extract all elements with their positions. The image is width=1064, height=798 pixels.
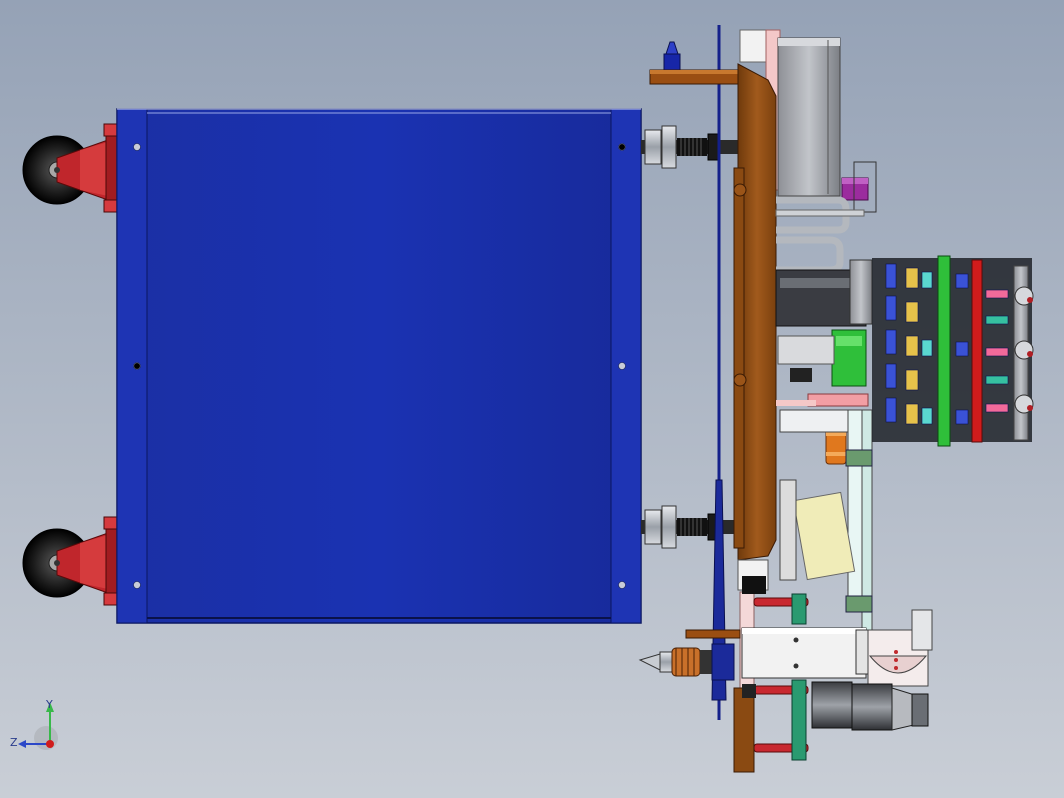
servo-motor — [811, 681, 929, 731]
gripper-jaw — [867, 609, 933, 687]
orientation-triad: Y Z — [10, 698, 58, 750]
drive-block — [775, 259, 873, 327]
cabinet[interactable] — [116, 108, 642, 624]
z-axis-arrowhead — [18, 740, 26, 748]
triad-sphere — [34, 726, 58, 750]
nozzle-assembly — [638, 643, 735, 681]
gear-motor-housing — [777, 37, 841, 197]
sensor-cylinder — [825, 427, 847, 465]
mounting-plate[interactable] — [733, 29, 781, 561]
caster-bottom — [22, 516, 119, 606]
green-pcb-module — [777, 329, 867, 387]
slide-carriage — [741, 627, 869, 679]
x-axis-dot — [46, 740, 54, 748]
pink-bracket — [776, 393, 869, 407]
cad-viewport[interactable]: Y Z — [0, 0, 1064, 798]
standoff-bolt-top — [641, 125, 741, 169]
caster-top — [22, 123, 119, 213]
standoff-bolt-bottom — [641, 505, 741, 549]
air-fitting — [649, 41, 741, 85]
vertical-rod — [711, 25, 727, 720]
y-axis-label: Y — [45, 698, 53, 711]
z-axis-label: Z — [10, 736, 18, 749]
rotary-gear-stack — [872, 255, 1034, 447]
assembly-model[interactable] — [0, 0, 1064, 798]
